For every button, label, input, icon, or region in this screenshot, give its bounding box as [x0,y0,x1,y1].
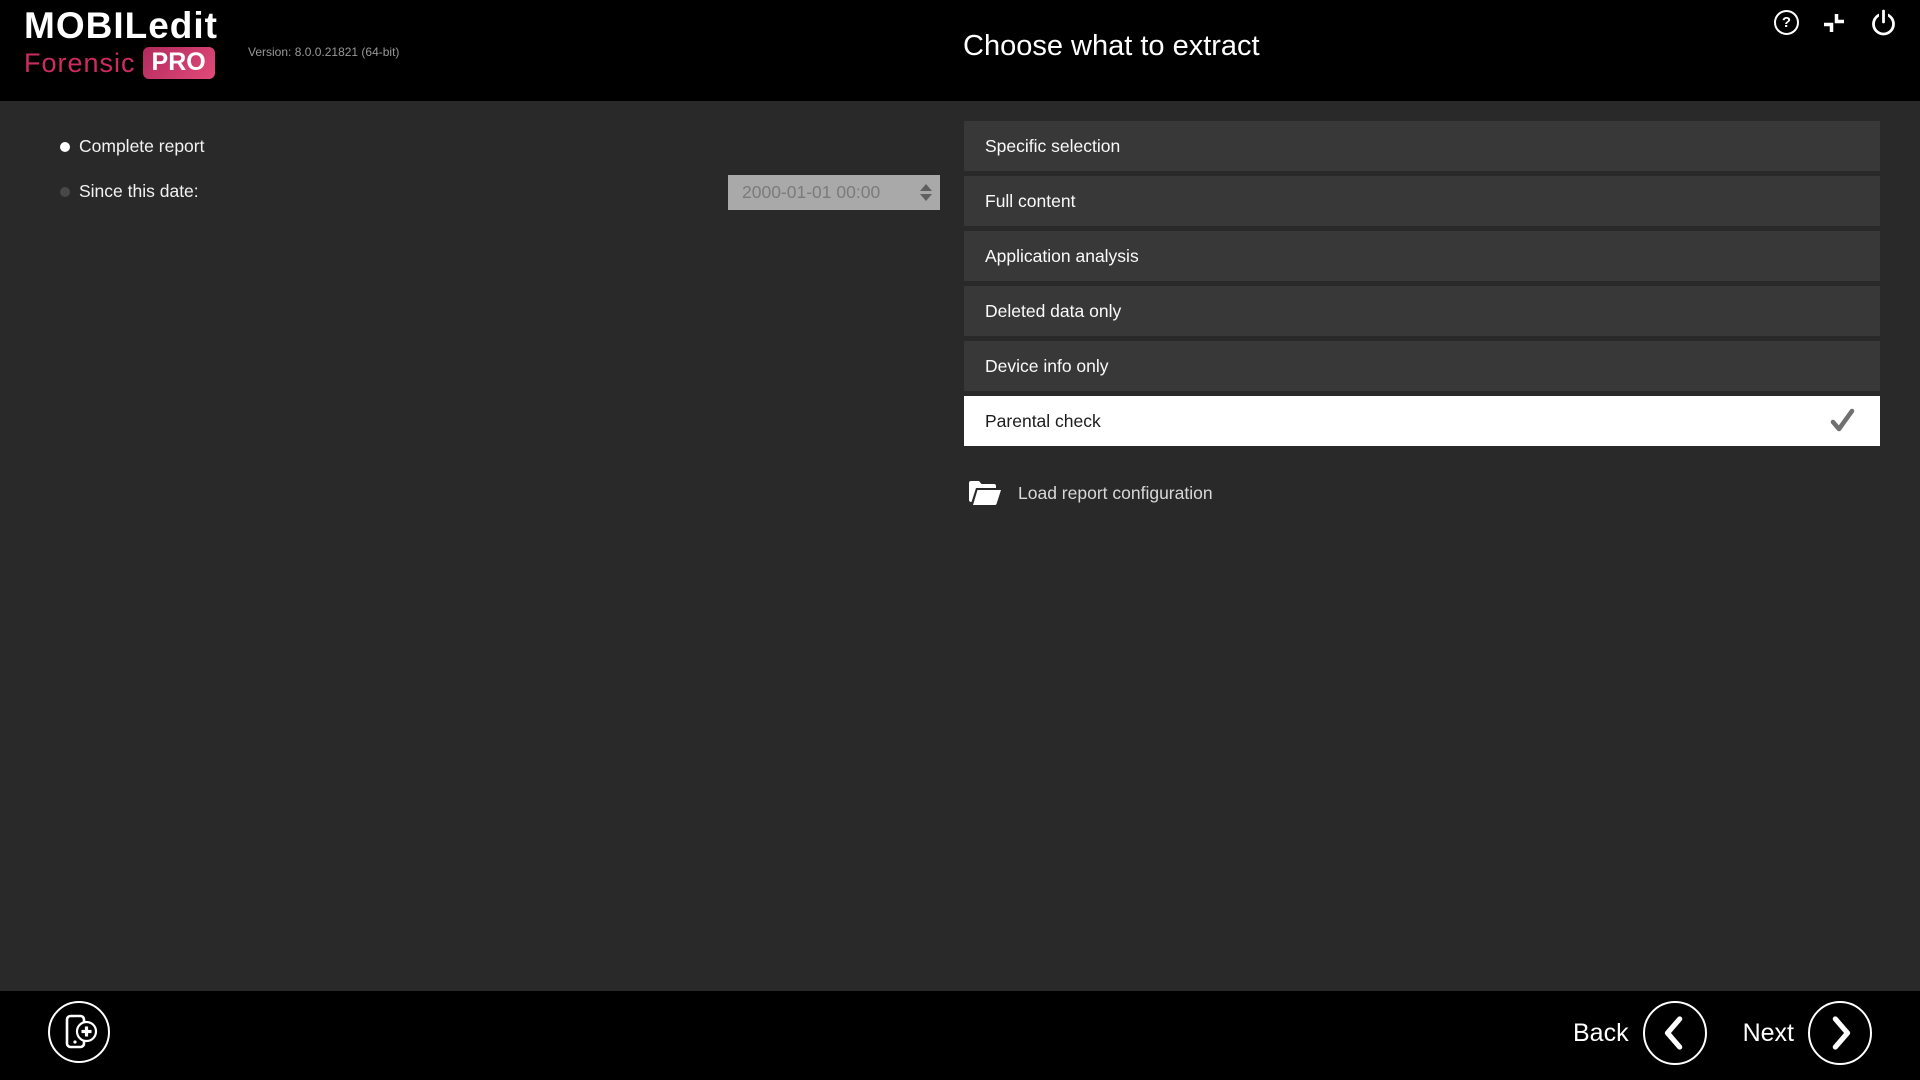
footer-navigation: Back Next [1573,1000,1872,1066]
footer-bar: Back Next [0,991,1920,1080]
option-application-analysis[interactable]: Application analysis [964,231,1880,281]
option-label: Specific selection [964,136,1120,157]
power-button[interactable] [1869,8,1898,37]
option-label: Full content [964,191,1075,212]
logo-mobiledit-text: MOBILedit [24,6,218,46]
spinner-down-icon [920,194,932,201]
phone-plus-icon [58,1011,100,1053]
option-specific-selection[interactable]: Specific selection [964,121,1880,171]
power-icon [1869,8,1898,37]
radio-label: Since this date: [79,181,199,202]
logo-pro-badge: PRO [143,47,215,79]
option-label: Parental check [964,411,1101,432]
restore-window-button[interactable] [1821,10,1847,36]
load-report-configuration-button[interactable]: Load report configuration [968,475,1213,511]
version-text: Version: 8.0.0.21821 (64-bit) [248,45,399,59]
logo-forensic-text: Forensic [24,48,136,79]
radio-dot-unselected [60,187,70,197]
date-input[interactable] [728,175,906,210]
checkmark-icon [1829,408,1856,434]
help-button[interactable]: ? [1774,10,1799,35]
restore-window-icon [1821,10,1847,36]
radio-label: Complete report [79,136,204,157]
option-parental-check[interactable]: Parental check [964,396,1880,446]
spinner-up-icon [920,184,932,191]
option-label: Device info only [964,356,1109,377]
back-button[interactable]: Back [1573,1001,1707,1065]
open-folder-icon [968,480,1002,506]
date-spinner[interactable] [919,175,933,210]
app-logo: MOBILedit Forensic PRO [24,6,218,79]
chevron-right-icon [1810,1001,1870,1065]
option-device-info-only[interactable]: Device info only [964,341,1880,391]
option-deleted-data-only[interactable]: Deleted data only [964,286,1880,336]
header-icons: ? [1774,8,1898,37]
option-label: Deleted data only [964,301,1121,322]
date-field [728,175,940,210]
option-full-content[interactable]: Full content [964,176,1880,226]
back-label: Back [1573,1019,1629,1048]
radio-dot-selected [60,142,70,152]
add-device-button[interactable] [48,1001,110,1063]
help-icon: ? [1774,10,1799,35]
extract-options-list: Specific selection Full content Applicat… [964,121,1880,451]
option-label: Application analysis [964,246,1139,267]
load-config-label: Load report configuration [1018,483,1213,504]
next-button[interactable]: Next [1743,1001,1872,1065]
radio-since-this-date[interactable]: Since this date: [60,181,199,202]
next-label: Next [1743,1019,1794,1048]
chevron-left-icon [1645,1001,1705,1065]
header-bar: MOBILedit Forensic PRO Version: 8.0.0.21… [0,0,1920,101]
page-title: Choose what to extract [963,30,1260,63]
radio-complete-report[interactable]: Complete report [60,136,204,157]
